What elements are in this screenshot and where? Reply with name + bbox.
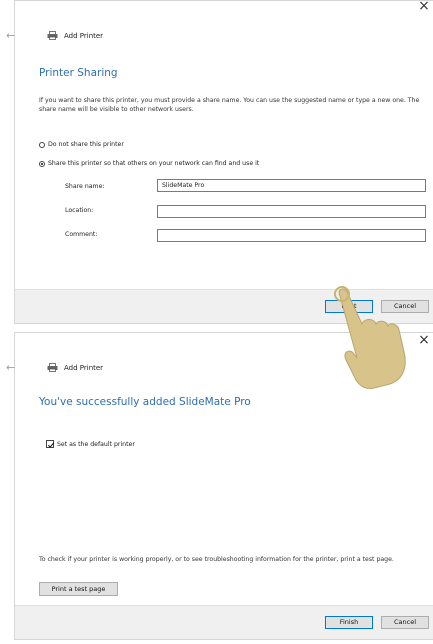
radio-do-not-share[interactable]: Do not share this printer: [39, 141, 124, 148]
radio-label: Do not share this printer: [48, 141, 124, 148]
success-heading: You've successfully added SlideMate Pro: [39, 396, 251, 408]
cancel-button[interactable]: Cancel: [381, 616, 429, 629]
default-printer-checkbox-row[interactable]: Set as the default printer: [46, 440, 135, 448]
print-test-page-button[interactable]: Print a test page: [39, 582, 118, 596]
share-name-field[interactable]: SlideMate Pro: [157, 179, 426, 192]
pointing-hand-icon: [334, 286, 406, 389]
location-label: Location:: [65, 207, 94, 214]
radio-share[interactable]: Share this printer so that others on you…: [39, 160, 259, 167]
printer-sharing-window: × ← Add Printer Printer Sharing If you w…: [6, 0, 433, 324]
window-title: Add Printer: [64, 363, 104, 372]
back-arrow-icon[interactable]: ←: [6, 29, 15, 42]
test-page-info: To check if your printer is working prop…: [39, 556, 394, 563]
finish-button[interactable]: Finish: [325, 616, 373, 629]
comment-field[interactable]: [157, 229, 426, 242]
radio-selected-icon[interactable]: [39, 160, 45, 167]
back-arrow-icon[interactable]: ←: [6, 361, 15, 374]
radio-icon[interactable]: [39, 141, 45, 148]
dialog-footer: Finish Cancel: [15, 605, 433, 639]
page-heading: Printer Sharing: [39, 67, 118, 79]
location-field[interactable]: [157, 205, 426, 218]
close-icon[interactable]: ×: [417, 333, 431, 347]
window-header: Add Printer: [47, 363, 103, 372]
checkbox-checked-icon[interactable]: [46, 440, 55, 448]
printer-icon: [47, 31, 58, 40]
window-header: Add Printer: [47, 31, 103, 40]
window-title: Add Printer: [64, 31, 104, 40]
printer-icon: [47, 363, 58, 372]
default-printer-label: Set as the default printer: [57, 440, 135, 448]
share-name-label: Share name:: [65, 183, 105, 190]
sharing-description: If you want to share this printer, you m…: [39, 97, 420, 113]
comment-label: Comment:: [65, 231, 98, 238]
close-icon[interactable]: ×: [417, 0, 431, 13]
radio-label: Share this printer so that others on you…: [48, 160, 260, 167]
